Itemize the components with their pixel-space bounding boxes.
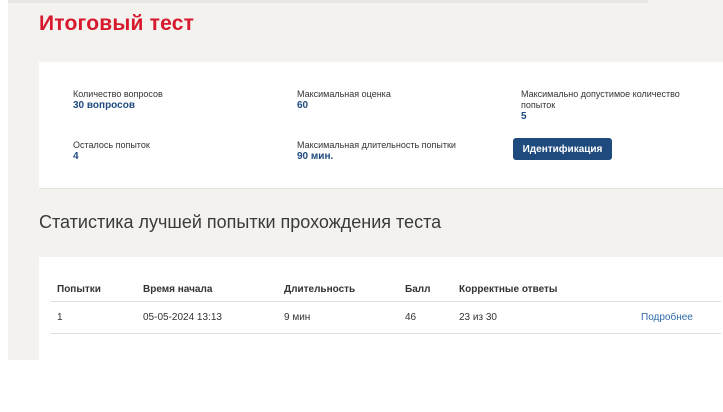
attempts-left-value: 4 [73,151,79,162]
stats-section-title: Статистика лучшей попытки прохождения те… [39,212,442,232]
max-attempts-value: 5 [521,111,527,122]
questions-count-value: 30 вопросов [73,100,135,111]
max-duration-item: Максимальная длительность попытки 90 мин… [297,140,456,163]
stats-table: Попытки Время начала Длительность Балл К… [51,277,721,334]
column-header-start-time: Время начала [137,277,278,302]
max-score-label: Максимальная оценка [297,89,391,99]
column-header-actions [619,277,721,302]
questions-count-item: Количество вопросов 30 вопросов [73,89,163,112]
cell-attempt: 1 [51,301,137,334]
column-header-correct: Корректные ответы [453,277,619,302]
max-attempts-label-line1: Максимально допустимое количество [521,89,680,99]
cell-start-time: 05-05-2024 13:13 [137,301,278,334]
column-header-duration: Длительность [278,277,399,302]
test-info-panel: Количество вопросов 30 вопросов Максимал… [39,62,723,189]
max-attempts-item: Максимально допустимое количество попыто… [521,89,680,123]
max-attempts-label-line2: попыток [521,100,556,110]
identification-button[interactable]: Идентификация [513,138,612,160]
column-header-attempts: Попытки [51,277,137,302]
max-duration-value: 90 мин. [297,151,334,162]
cell-actions: Подробнее [619,301,721,334]
max-duration-label: Максимальная длительность попытки [297,140,456,150]
max-score-item: Максимальная оценка 60 [297,89,391,112]
cell-duration: 9 мин [278,301,399,334]
top-divider [8,0,648,3]
table-header-row: Попытки Время начала Длительность Балл К… [51,277,721,302]
column-header-score: Балл [399,277,453,302]
table-row: 1 05-05-2024 13:13 9 мин 46 23 из 30 Под… [51,301,721,334]
attempts-left-item: Осталось попыток 4 [73,140,150,163]
cell-correct: 23 из 30 [453,301,619,334]
details-link[interactable]: Подробнее [641,312,693,323]
max-score-value: 60 [297,100,309,111]
cell-score: 46 [399,301,453,334]
attempts-left-label: Осталось попыток [73,140,150,150]
stats-panel: Попытки Время начала Длительность Балл К… [39,257,723,360]
questions-count-label: Количество вопросов [73,89,163,99]
page-container: Итоговый тест Количество вопросов 30 воп… [8,0,723,360]
page-title: Итоговый тест [39,12,195,35]
